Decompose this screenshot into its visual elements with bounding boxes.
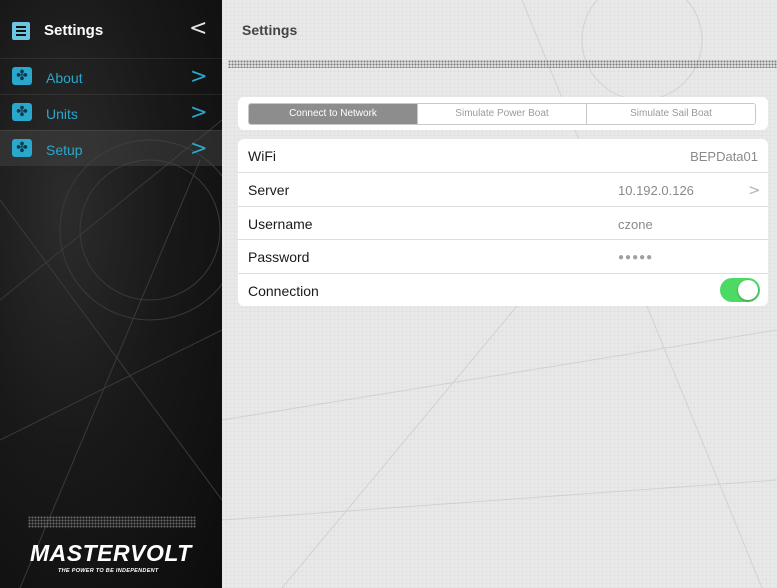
fan-icon: ✤ — [12, 67, 32, 85]
sidebar-title: Settings — [44, 22, 104, 39]
wifi-value: BEPData01 — [690, 149, 758, 164]
username-field[interactable]: czone — [618, 217, 653, 232]
sidebar-item-setup[interactable]: ✤ Setup > — [0, 130, 222, 166]
sidebar-item-label: Setup — [46, 142, 83, 158]
mastervolt-logo: MASTERVOLT THE POWER TO BE INDEPENDENT — [30, 540, 200, 574]
server-row[interactable]: Server 10.192.0.126 > — [238, 172, 768, 205]
header-divider-dots — [228, 60, 777, 68]
username-label: Username — [248, 216, 313, 232]
sidebar-header: Settings < — [0, 0, 222, 58]
segment-simulate-power-boat[interactable]: Simulate Power Boat — [417, 104, 586, 124]
collapse-sidebar-icon[interactable]: < — [189, 16, 207, 41]
sidebar-item-about[interactable]: ✤ About > — [0, 58, 222, 94]
logo-text: MASTERVOLT — [30, 540, 192, 566]
sidebar-divider-dots — [28, 516, 196, 528]
wifi-row[interactable]: WiFi BEPData01 — [238, 139, 768, 172]
menu-icon[interactable] — [12, 22, 30, 40]
connection-settings-card: WiFi BEPData01 Server 10.192.0.126 > Use… — [238, 139, 768, 306]
server-label: Server — [248, 182, 290, 198]
username-row[interactable]: Username czone — [238, 206, 768, 239]
connection-toggle[interactable] — [720, 278, 760, 302]
chevron-right-icon: > — [190, 100, 208, 124]
toggle-knob — [738, 280, 758, 300]
logo-tagline: THE POWER TO BE INDEPENDENT — [58, 568, 159, 574]
chevron-right-icon: > — [190, 136, 208, 160]
password-label: Password — [248, 249, 310, 265]
connection-label: Connection — [248, 283, 319, 299]
password-row[interactable]: Password ●●●●● — [238, 239, 768, 272]
main-panel: Settings Connect to Network Simulate Pow… — [222, 0, 777, 588]
sidebar: Settings < ✤ About > ✤ Units > ✤ Setup >… — [0, 0, 222, 588]
connection-row: Connection — [238, 273, 768, 306]
sidebar-item-units[interactable]: ✤ Units > — [0, 94, 222, 130]
sidebar-item-label: About — [46, 70, 83, 86]
password-field[interactable]: ●●●●● — [618, 252, 653, 263]
segment-simulate-sail-boat[interactable]: Simulate Sail Boat — [586, 104, 755, 124]
chevron-right-icon: > — [190, 64, 208, 88]
server-value: 10.192.0.126 — [618, 183, 694, 198]
chevron-right-icon: > — [748, 181, 761, 199]
fan-icon: ✤ — [12, 103, 32, 121]
page-title: Settings — [242, 22, 298, 38]
sidebar-item-label: Units — [46, 106, 78, 122]
wifi-label: WiFi — [248, 148, 276, 164]
mode-segment-card: Connect to Network Simulate Power Boat S… — [238, 97, 768, 130]
fan-icon: ✤ — [12, 139, 32, 157]
segment-connect-to-network[interactable]: Connect to Network — [249, 104, 417, 124]
mode-segmented-control: Connect to Network Simulate Power Boat S… — [248, 103, 756, 125]
